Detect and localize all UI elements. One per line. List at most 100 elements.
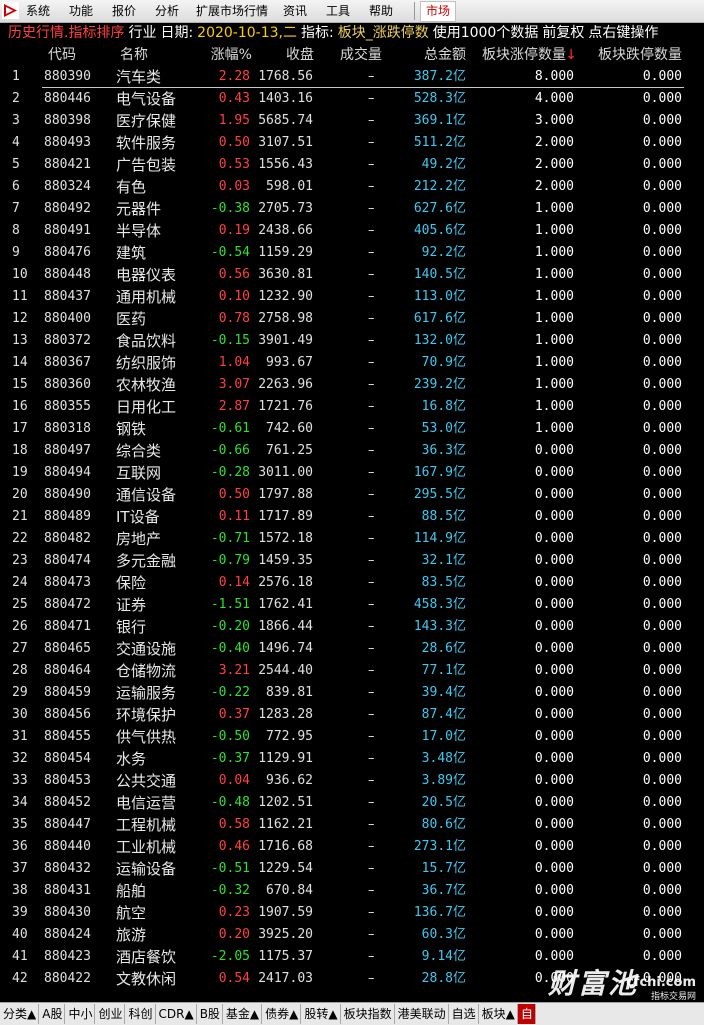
table-row[interactable]: 5 880421 广告包装 0.53 1556.43 – 49.2亿 2.000 0.000 — [0, 154, 704, 176]
change-percent: 3.07 — [218, 377, 250, 392]
table-row[interactable]: 3 880398 医疗保健 1.95 5685.74 – 369.1亿 3.000 0.000 — [0, 110, 704, 132]
table-row[interactable]: 18 880497 综合类 -0.66 761.25 – 36.3亿 0.000 0.000 — [0, 440, 704, 462]
table-row[interactable]: 11 880437 通用机械 0.10 1232.90 – 113.0亿 1.000 0.000 — [0, 286, 704, 308]
row-index: 19 — [12, 465, 28, 480]
table-row[interactable]: 17 880318 钢铁 -0.61 742.60 – 53.0亿 1.000 0.000 — [0, 418, 704, 440]
tab-item[interactable]: A股 — [39, 1004, 66, 1024]
table-row[interactable]: 13 880372 食品饮料 -0.15 3901.49 – 132.0亿 1.000 0.00… — [0, 330, 704, 352]
tab-item[interactable]: 股转▲ — [301, 1004, 341, 1024]
tab-item[interactable]: 基金▲ — [223, 1004, 263, 1024]
table-row[interactable]: 37 880432 运输设备 -0.51 1229.54 – 15.7亿 0.000 0.000 — [0, 858, 704, 880]
table-row[interactable]: 2 880446 电气设备 0.43 1403.16 – 528.3亿 4.000 0.000 — [0, 88, 704, 110]
date-value[interactable]: 2020-10-13,二 — [197, 25, 297, 41]
table-row[interactable]: 24 880473 保险 0.14 2576.18 – 83.5亿 0.000 0.000 — [0, 572, 704, 594]
table-row[interactable]: 35 880447 工程机械 0.58 1162.21 – 80.6亿 0.000 0.000 — [0, 814, 704, 836]
table-row[interactable]: 10 880448 电器仪表 0.56 3630.81 – 140.5亿 1.000 0.000 — [0, 264, 704, 286]
table-row[interactable]: 7 880492 元器件 -0.38 2705.73 – 627.6亿 1.000 0.000 — [0, 198, 704, 220]
menu-analysis[interactable]: 分析 — [155, 3, 179, 19]
table-row[interactable]: 9 880476 建筑 -0.54 1159.29 – 92.2亿 1.000 0.000 — [0, 242, 704, 264]
menu-extended-market[interactable]: 扩展市场行情 — [196, 3, 268, 19]
usage-text: 使用1000个数据 — [432, 25, 539, 41]
amount-unit: 亿 — [452, 223, 466, 238]
table-row[interactable]: 20 880490 通信设备 0.50 1797.88 – 295.5亿 0.000 0.000 — [0, 484, 704, 506]
tab-item[interactable]: 港美联动 — [395, 1004, 449, 1024]
table-row[interactable]: 1 880390 汽车类 2.28 1768.56 – 387.2亿 8.000 0.000 — [0, 66, 704, 88]
volume-value: – — [368, 553, 375, 568]
tab-item[interactable]: CDR▲ — [156, 1004, 197, 1024]
menu-system[interactable]: 系统 — [26, 3, 50, 19]
table-row[interactable]: 36 880440 工业机械 0.46 1716.68 – 273.1亿 0.000 0.000 — [0, 836, 704, 858]
table-row[interactable]: 4 880493 软件服务 0.50 3107.51 – 511.2亿 2.000 0.000 — [0, 132, 704, 154]
col-header-change[interactable]: 涨幅% — [211, 44, 252, 66]
table-row[interactable]: 27 880465 交通设施 -0.40 1496.74 – 28.6亿 0.000 0.000 — [0, 638, 704, 660]
amount-unit: 亿 — [452, 773, 466, 788]
indicator-value[interactable]: 板块_涨跌停数 — [338, 25, 429, 41]
tab-item[interactable]: 自选 — [449, 1004, 479, 1024]
tab-item[interactable]: B股 — [197, 1004, 223, 1024]
tab-item[interactable]: 板块指数 — [341, 1004, 395, 1024]
table-row[interactable]: 32 880454 水务 -0.37 1129.91 – 3.48亿 0.000 0.000 — [0, 748, 704, 770]
stock-code: 880472 — [44, 597, 91, 612]
category-label[interactable]: 行业 — [128, 25, 156, 41]
table-row[interactable]: 16 880355 日用化工 2.87 1721.76 – 16.8亿 1.000 0.000 — [0, 396, 704, 418]
tab-item[interactable]: 科创 — [125, 1004, 156, 1024]
table-row[interactable]: 29 880459 运输服务 -0.22 839.81 – 39.4亿 0.000 0.000 — [0, 682, 704, 704]
col-header-volume[interactable]: 成交量 — [340, 44, 382, 66]
col-header-limit-up[interactable]: 板块涨停数量 — [482, 44, 566, 66]
menu-help[interactable]: 帮助 — [369, 3, 393, 19]
table-row[interactable]: 39 880430 航空 0.23 1907.59 – 136.7亿 0.000 0.000 — [0, 902, 704, 924]
col-header-limit-down[interactable]: 板块跌停数量 — [598, 44, 682, 66]
row-index: 27 — [12, 641, 28, 656]
stock-code: 880432 — [44, 861, 91, 876]
tab-item[interactable]: 债券▲ — [262, 1004, 302, 1024]
change-percent: -0.38 — [210, 201, 250, 216]
menu-tools[interactable]: 工具 — [326, 3, 350, 19]
tab-item[interactable]: 板块▲ — [479, 1004, 518, 1024]
tab-item[interactable]: 创业 — [95, 1004, 126, 1024]
col-header-amount[interactable]: 总金额 — [424, 44, 466, 66]
table-row[interactable]: 34 880452 电信运营 -0.48 1202.51 – 20.5亿 0.000 0.000 — [0, 792, 704, 814]
menu-function[interactable]: 功能 — [69, 3, 93, 19]
limit-up-count: 1.000 — [534, 377, 574, 392]
table-row[interactable]: 8 880491 半导体 0.19 2438.66 – 405.6亿 1.000 0.000 — [0, 220, 704, 242]
sector-name: 保险 — [116, 574, 147, 592]
table-row[interactable]: 19 880494 互联网 -0.28 3011.00 – 167.9亿 0.000 0.000 — [0, 462, 704, 484]
sort-desc-icon: ↓ — [565, 47, 577, 63]
amount-value: 511.2亿 — [414, 132, 466, 154]
tab-item[interactable]: 中小 — [65, 1004, 96, 1024]
table-row[interactable]: 30 880456 环境保护 0.37 1283.28 – 87.4亿 0.000 0.000 — [0, 704, 704, 726]
table-row[interactable]: 38 880431 船舶 -0.32 670.84 – 36.7亿 0.000 0.000 — [0, 880, 704, 902]
tab-item[interactable]: 自 — [517, 1004, 536, 1024]
menu-news[interactable]: 资讯 — [283, 3, 307, 19]
tab-item[interactable]: 分类▲ — [0, 1004, 40, 1024]
amount-number: 136.7 — [413, 905, 453, 920]
table-row[interactable]: 40 880424 旅游 0.20 3925.20 – 60.3亿 0.000 0.000 — [0, 924, 704, 946]
table-row[interactable]: 22 880482 房地产 -0.71 1572.18 – 114.9亿 0.000 0.000 — [0, 528, 704, 550]
col-header-close[interactable]: 收盘 — [286, 44, 314, 66]
close-price: 1159.29 — [258, 245, 313, 260]
sector-name: 交通设施 — [116, 640, 177, 658]
table-row[interactable]: 25 880472 证券 -1.51 1762.41 – 458.3亿 0.000 0.000 — [0, 594, 704, 616]
sector-name: 房地产 — [116, 530, 162, 548]
sector-name: 有色 — [116, 178, 147, 196]
col-header-name[interactable]: 名称 — [120, 44, 148, 66]
amount-unit: 亿 — [452, 575, 466, 590]
row-index: 3 — [12, 113, 20, 128]
amount-number: 212.2 — [413, 179, 453, 194]
stock-code: 880400 — [44, 311, 91, 326]
market-button[interactable]: 市场 — [420, 1, 456, 22]
amount-number: 3.89 — [421, 773, 453, 788]
table-row[interactable]: 23 880474 多元金融 -0.79 1459.35 – 32.1亿 0.000 0.000 — [0, 550, 704, 572]
table-row[interactable]: 28 880464 仓储物流 3.21 2544.40 – 77.1亿 0.000 0.000 — [0, 660, 704, 682]
table-row[interactable]: 6 880324 有色 0.03 598.01 – 212.2亿 2.000 0.000 — [0, 176, 704, 198]
table-row[interactable]: 21 880489 IT设备 0.11 1717.89 – 88.5亿 0.000 0.000 — [0, 506, 704, 528]
table-row[interactable]: 15 880360 农林牧渔 3.07 2263.96 – 239.2亿 1.000 0.000 — [0, 374, 704, 396]
table-row[interactable]: 33 880453 公共交通 0.04 936.62 – 3.89亿 0.000 0.000 — [0, 770, 704, 792]
table-row[interactable]: 14 880367 纺织服饰 1.04 993.67 – 70.9亿 1.000 0.000 — [0, 352, 704, 374]
table-row[interactable]: 12 880400 医药 0.78 2758.98 – 617.6亿 1.000 0.000 — [0, 308, 704, 330]
adjust-mode[interactable]: 前复权 — [542, 25, 584, 41]
table-row[interactable]: 26 880471 银行 -0.20 1866.44 – 143.3亿 0.000 0.000 — [0, 616, 704, 638]
menu-quote[interactable]: 报价 — [112, 3, 136, 19]
table-row[interactable]: 31 880455 供气供热 -0.50 772.95 – 17.0亿 0.000 0.000 — [0, 726, 704, 748]
col-header-code[interactable]: 代码 — [48, 44, 76, 66]
